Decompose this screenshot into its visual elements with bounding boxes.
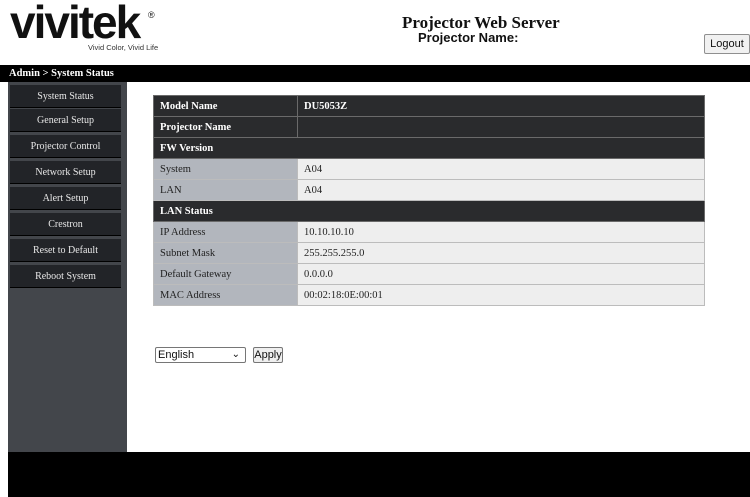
sidebar-item-crestron[interactable]: Crestron [10, 213, 121, 236]
language-select-value: English [158, 349, 195, 361]
vivitek-logo: vivitek ® Vivid Color, Vivid Life [10, 0, 160, 58]
lan-value: A04 [297, 179, 705, 201]
language-select[interactable]: English ⌄ [155, 347, 246, 363]
header: vivitek ® Vivid Color, Vivid Life Projec… [0, 0, 750, 63]
table-row-subnet-mask: Subnet Mask 255.255.255.0 [153, 242, 705, 264]
table-row-model-name: Model Name DU5053Z [153, 95, 705, 117]
ip-address-value: 10.10.10.10 [297, 221, 705, 243]
lan-label: LAN [153, 179, 298, 201]
logo-tagline: Vivid Color, Vivid Life [88, 43, 159, 52]
sidebar-item-reset-to-default[interactable]: Reset to Default [10, 239, 121, 262]
table-row-ip-address: IP Address 10.10.10.10 [153, 221, 705, 243]
logout-button[interactable]: Logout [704, 34, 750, 54]
table-row-mac-address: MAC Address 00:02:18:0E:00:01 [153, 284, 705, 306]
system-status-table: Model Name DU5053Z Projector Name FW Ver… [153, 95, 705, 306]
mac-address-value: 00:02:18:0E:00:01 [297, 284, 705, 306]
mac-address-label: MAC Address [153, 284, 298, 306]
table-row-lan-status-heading: LAN Status [153, 200, 705, 222]
logo-registered-mark: ® [148, 10, 155, 20]
main-panel: Model Name DU5053Z Projector Name FW Ver… [127, 82, 750, 452]
projector-name-label: Projector Name [153, 116, 298, 138]
sidebar-item-network-setup[interactable]: Network Setup [10, 161, 121, 184]
footer-bar [8, 452, 750, 497]
chevron-down-icon: ⌄ [231, 349, 240, 360]
sidebar-item-general-setup[interactable]: General Setup [10, 109, 121, 132]
sidebar-item-reboot-system[interactable]: Reboot System [10, 265, 121, 288]
default-gateway-value: 0.0.0.0 [297, 263, 705, 285]
system-value: A04 [297, 158, 705, 180]
lan-status-heading: LAN Status [153, 200, 705, 222]
ip-address-label: IP Address [153, 221, 298, 243]
table-row-projector-name: Projector Name [153, 116, 705, 138]
projector-name-value [297, 116, 705, 138]
default-gateway-label: Default Gateway [153, 263, 298, 285]
system-label: System [153, 158, 298, 180]
sidebar-item-system-status[interactable]: System Status [10, 85, 121, 108]
apply-button[interactable]: Apply [253, 347, 283, 363]
logo-wordmark: vivitek [10, 0, 141, 48]
subnet-mask-value: 255.255.255.0 [297, 242, 705, 264]
table-row-default-gateway: Default Gateway 0.0.0.0 [153, 263, 705, 285]
breadcrumb: Admin > System Status [0, 65, 750, 82]
projector-name-heading: Projector Name: [418, 30, 519, 45]
table-row-lan: LAN A04 [153, 179, 705, 201]
table-row-system: System A04 [153, 158, 705, 180]
subnet-mask-label: Subnet Mask [153, 242, 298, 264]
model-name-label: Model Name [153, 95, 298, 117]
sidebar-item-alert-setup[interactable]: Alert Setup [10, 187, 121, 210]
fw-version-heading: FW Version [153, 137, 705, 159]
sidebar-item-projector-control[interactable]: Projector Control [10, 135, 121, 158]
sidebar: System Status General Setup Projector Co… [8, 82, 127, 452]
model-name-value: DU5053Z [297, 95, 705, 117]
table-row-fw-version-heading: FW Version [153, 137, 705, 159]
